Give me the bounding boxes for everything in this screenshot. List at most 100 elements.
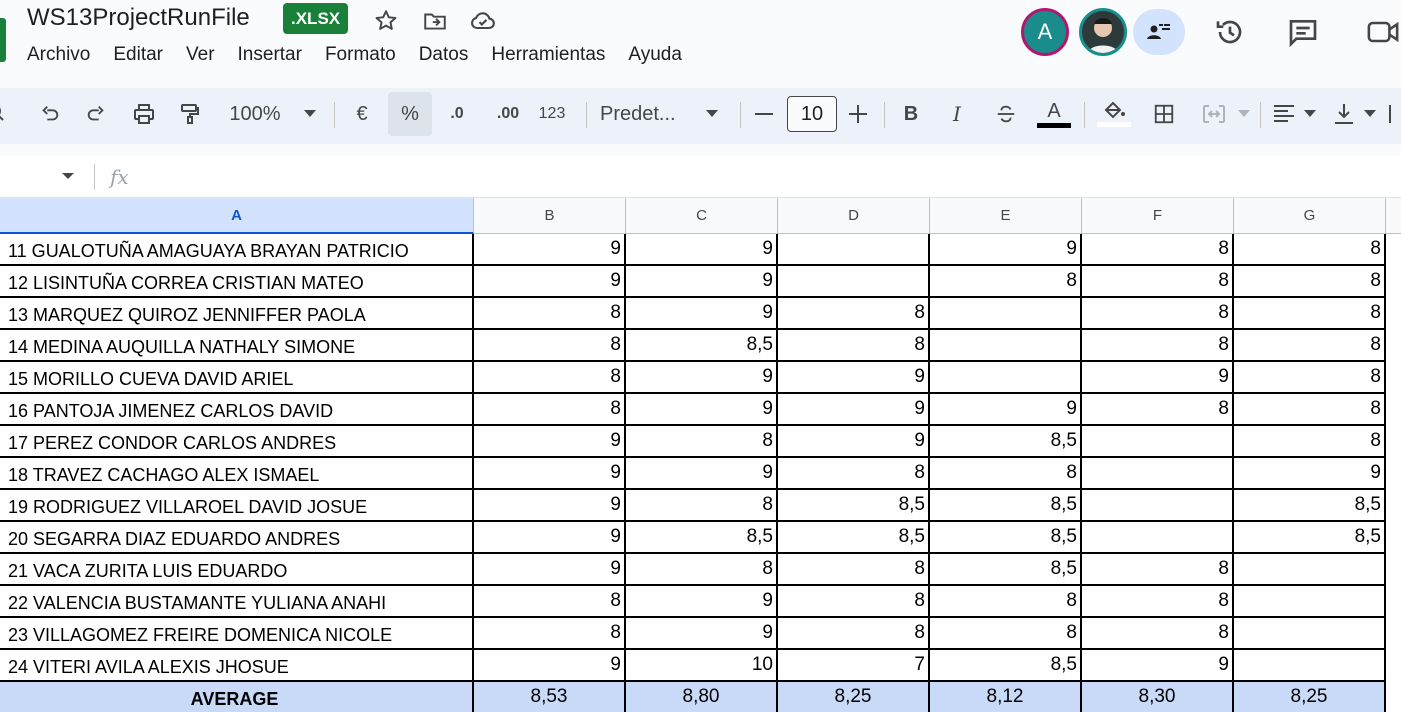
- grade-cell-g[interactable]: 8: [1234, 394, 1386, 426]
- grade-cell-f[interactable]: [1082, 490, 1234, 522]
- column-header-c[interactable]: C: [626, 198, 778, 234]
- decrease-decimal-button[interactable]: .0: [440, 92, 474, 136]
- search-menus-icon[interactable]: [0, 92, 12, 136]
- align-dropdown-icon[interactable]: [1302, 92, 1318, 136]
- grade-cell-g[interactable]: [1234, 554, 1386, 586]
- grade-cell-b[interactable]: 9: [474, 554, 626, 586]
- star-icon[interactable]: [372, 7, 400, 35]
- grade-cell-c[interactable]: 9: [626, 458, 778, 490]
- horizontal-align-icon[interactable]: [1270, 92, 1298, 136]
- grade-cell-c[interactable]: 8: [626, 426, 778, 458]
- student-name-cell[interactable]: 12 LISINTUÑA CORREA CRISTIAN MATEO: [0, 266, 474, 298]
- grade-cell-g[interactable]: 8: [1234, 362, 1386, 394]
- grade-cell-b[interactable]: 8: [474, 586, 626, 618]
- grade-cell-d[interactable]: 8: [778, 554, 930, 586]
- redo-icon[interactable]: [80, 92, 112, 136]
- grade-cell-d[interactable]: 8: [778, 586, 930, 618]
- average-cell-d[interactable]: 8,25: [778, 682, 930, 712]
- avatar[interactable]: A: [1021, 8, 1069, 56]
- grade-cell-b[interactable]: 8: [474, 298, 626, 330]
- student-name-cell[interactable]: 18 TRAVEZ CACHAGO ALEX ISMAEL: [0, 458, 474, 490]
- student-name-cell[interactable]: 24 VITERI AVILA ALEXIS JHOSUE: [0, 650, 474, 682]
- grade-cell-c[interactable]: 9: [626, 266, 778, 298]
- column-header-b[interactable]: B: [474, 198, 626, 234]
- sheets-logo-icon[interactable]: [0, 18, 6, 62]
- student-name-cell[interactable]: 13 MARQUEZ QUIROZ JENNIFFER PAOLA: [0, 298, 474, 330]
- share-presence-button[interactable]: [1133, 9, 1185, 55]
- grade-cell-b[interactable]: 8: [474, 330, 626, 362]
- student-name-cell[interactable]: 22 VALENCIA BUSTAMANTE YULIANA ANAHI: [0, 586, 474, 618]
- average-cell-b[interactable]: 8,53: [474, 682, 626, 712]
- grade-cell-b[interactable]: 8: [474, 394, 626, 426]
- grade-cell-g[interactable]: 8: [1234, 266, 1386, 298]
- undo-icon[interactable]: [34, 92, 66, 136]
- average-label-cell[interactable]: AVERAGE: [0, 682, 474, 712]
- grade-cell-e[interactable]: 8,5: [930, 522, 1082, 554]
- grade-cell-d[interactable]: 9: [778, 362, 930, 394]
- grade-cell-g[interactable]: [1234, 650, 1386, 682]
- strikethrough-icon[interactable]: [990, 92, 1022, 136]
- increase-decimal-button[interactable]: .00: [488, 92, 528, 136]
- zoom-select[interactable]: 100%: [222, 92, 288, 136]
- grade-cell-c[interactable]: 9: [626, 362, 778, 394]
- grade-cell-b[interactable]: 9: [474, 234, 626, 266]
- grade-cell-c[interactable]: 9: [626, 586, 778, 618]
- grade-cell-e[interactable]: 9: [930, 394, 1082, 426]
- grade-cell-e[interactable]: [930, 298, 1082, 330]
- text-wrap-icon[interactable]: [1388, 92, 1401, 136]
- student-name-cell[interactable]: 15 MORILLO CUEVA DAVID ARIEL: [0, 362, 474, 394]
- document-title[interactable]: WS13ProjectRunFile: [27, 4, 250, 32]
- student-name-cell[interactable]: 16 PANTOJA JIMENEZ CARLOS DAVID: [0, 394, 474, 426]
- grade-cell-e[interactable]: 8: [930, 586, 1082, 618]
- grade-cell-d[interactable]: 8: [778, 458, 930, 490]
- grade-cell-c[interactable]: 9: [626, 298, 778, 330]
- more-formats-button[interactable]: 123: [536, 92, 568, 136]
- student-name-cell[interactable]: 14 MEDINA AUQUILLA NATHALY SIMONE: [0, 330, 474, 362]
- grade-cell-f[interactable]: 8: [1082, 618, 1234, 650]
- grade-cell-d[interactable]: 8: [778, 330, 930, 362]
- percent-format-button[interactable]: %: [388, 92, 432, 136]
- grade-cell-f[interactable]: 8: [1082, 554, 1234, 586]
- font-dropdown-icon[interactable]: [702, 92, 722, 136]
- grade-cell-d[interactable]: 8: [778, 298, 930, 330]
- vertical-align-icon[interactable]: [1330, 92, 1358, 136]
- zoom-dropdown-icon[interactable]: [298, 92, 322, 136]
- grade-cell-d[interactable]: 7: [778, 650, 930, 682]
- menu-datos[interactable]: Datos: [419, 42, 469, 68]
- version-history-icon[interactable]: [1210, 12, 1250, 52]
- borders-icon[interactable]: [1148, 92, 1180, 136]
- menu-archivo[interactable]: Archivo: [27, 42, 90, 68]
- menu-ayuda[interactable]: Ayuda: [628, 42, 682, 68]
- grade-cell-f[interactable]: [1082, 426, 1234, 458]
- text-color-button[interactable]: A: [1036, 92, 1072, 136]
- grade-cell-f[interactable]: 8: [1082, 298, 1234, 330]
- grade-cell-g[interactable]: 8,5: [1234, 522, 1386, 554]
- average-cell-e[interactable]: 8,12: [930, 682, 1082, 712]
- column-header-g[interactable]: G: [1234, 198, 1386, 234]
- grade-cell-c[interactable]: 9: [626, 234, 778, 266]
- grade-cell-d[interactable]: 8: [778, 618, 930, 650]
- grade-cell-c[interactable]: 8: [626, 554, 778, 586]
- average-cell-c[interactable]: 8,80: [626, 682, 778, 712]
- grade-cell-f[interactable]: 8: [1082, 266, 1234, 298]
- grade-cell-e[interactable]: 8,5: [930, 490, 1082, 522]
- grade-cell-g[interactable]: 8: [1234, 298, 1386, 330]
- grade-cell-b[interactable]: 9: [474, 650, 626, 682]
- grade-cell-f[interactable]: 8: [1082, 234, 1234, 266]
- grade-cell-d[interactable]: 9: [778, 394, 930, 426]
- cloud-saved-icon[interactable]: [469, 7, 497, 35]
- menu-insertar[interactable]: Insertar: [238, 42, 302, 68]
- grade-cell-b[interactable]: 9: [474, 458, 626, 490]
- student-name-cell[interactable]: 17 PEREZ CONDOR CARLOS ANDRES: [0, 426, 474, 458]
- grade-cell-d[interactable]: [778, 266, 930, 298]
- fill-color-icon[interactable]: [1096, 92, 1132, 136]
- column-header-h[interactable]: [1386, 198, 1401, 234]
- grade-cell-g[interactable]: 8: [1234, 234, 1386, 266]
- video-call-icon[interactable]: [1363, 12, 1401, 52]
- menu-editar[interactable]: Editar: [113, 42, 163, 68]
- valign-dropdown-icon[interactable]: [1362, 92, 1378, 136]
- merge-cells-icon[interactable]: [1196, 92, 1232, 136]
- name-box-dropdown-icon[interactable]: [62, 173, 74, 179]
- grade-cell-g[interactable]: 8: [1234, 426, 1386, 458]
- grade-cell-e[interactable]: 8,5: [930, 554, 1082, 586]
